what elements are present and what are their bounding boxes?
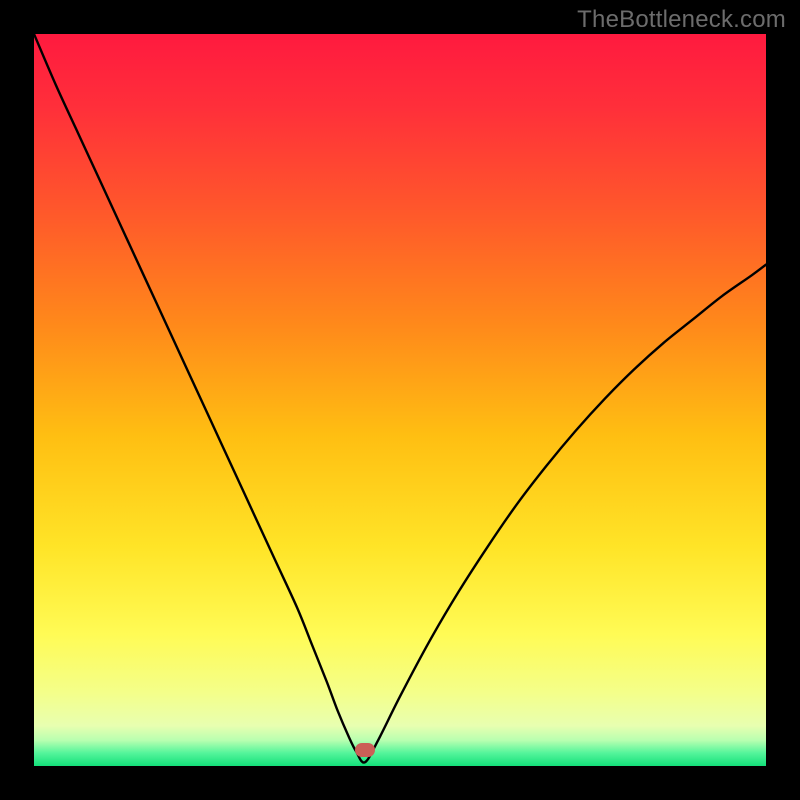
- plot-area: [34, 34, 766, 766]
- optimal-point-marker: [355, 743, 375, 757]
- chart-frame: TheBottleneck.com: [0, 0, 800, 800]
- watermark-text: TheBottleneck.com: [577, 6, 786, 34]
- bottleneck-curve: [34, 34, 766, 766]
